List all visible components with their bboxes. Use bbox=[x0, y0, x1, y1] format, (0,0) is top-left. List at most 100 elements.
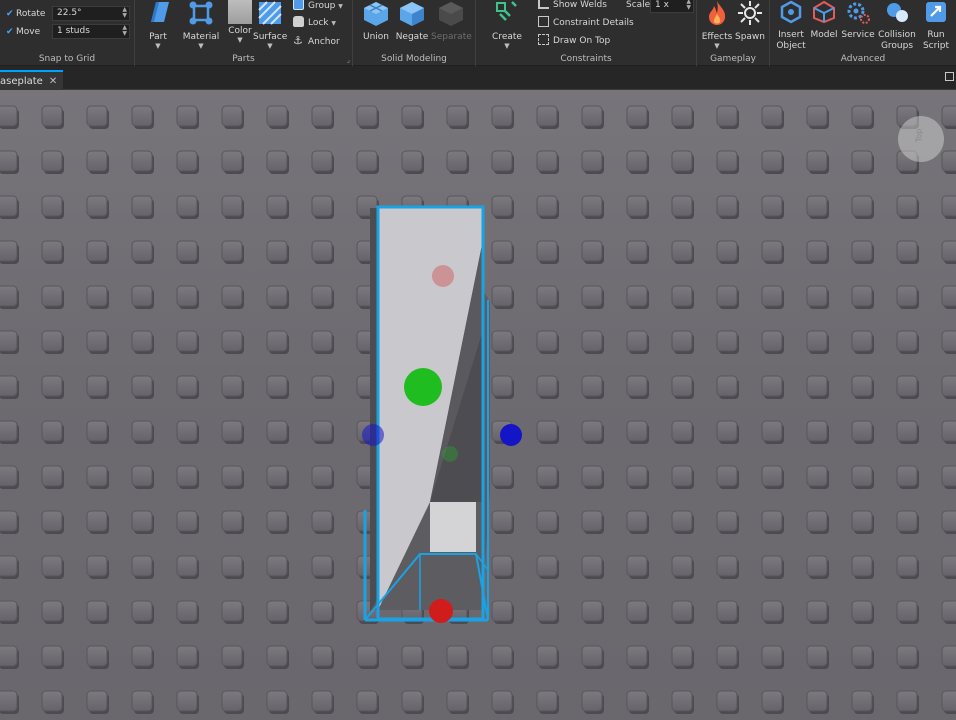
stud bbox=[896, 510, 918, 532]
tab-baseplate[interactable]: aseplate ✕ bbox=[0, 70, 64, 90]
rotate-increment-input[interactable]: 22.5° ▲ ▼ bbox=[52, 6, 130, 21]
stud bbox=[536, 690, 558, 712]
lock-button[interactable]: Lock ▼ bbox=[293, 15, 336, 31]
move-handle-red-back[interactable] bbox=[432, 265, 454, 287]
draw-on-top-toggle[interactable]: Draw On Top bbox=[538, 33, 610, 49]
stud bbox=[446, 645, 468, 667]
stud bbox=[806, 690, 828, 712]
stud bbox=[176, 465, 198, 487]
advanced-label: Advanced bbox=[840, 54, 886, 64]
spawn-button[interactable]: Spawn bbox=[733, 0, 767, 43]
stud bbox=[446, 150, 468, 172]
stud bbox=[221, 240, 243, 262]
stud bbox=[716, 555, 738, 577]
service-button[interactable]: Service bbox=[840, 0, 876, 41]
stud bbox=[716, 195, 738, 217]
group-icon bbox=[293, 0, 304, 10]
flame-icon bbox=[709, 1, 726, 25]
constraint-details-toggle[interactable]: Constraint Details bbox=[538, 15, 634, 31]
stud bbox=[806, 645, 828, 667]
show-welds-toggle[interactable]: Show Welds bbox=[538, 0, 607, 13]
solid-modeling-label: Solid Modeling bbox=[381, 54, 447, 64]
move-handle-blue-right[interactable] bbox=[500, 424, 522, 446]
stud bbox=[491, 510, 513, 532]
move-toggle[interactable]: ✔ Move bbox=[6, 24, 40, 40]
view-selector-cube[interactable]: Top bbox=[898, 116, 944, 162]
move-handle-blue-left[interactable] bbox=[362, 424, 384, 446]
stud bbox=[176, 285, 198, 307]
stud bbox=[716, 150, 738, 172]
stud bbox=[266, 150, 288, 172]
stud bbox=[626, 600, 648, 622]
move-handle-red[interactable] bbox=[429, 599, 453, 623]
stud bbox=[896, 465, 918, 487]
chevron-down-icon: ▼ bbox=[331, 20, 337, 27]
rotate-toggle[interactable]: ✔ Rotate bbox=[6, 6, 45, 22]
anchor-button[interactable]: ⚓ Anchor bbox=[293, 33, 340, 49]
create-constraint-button[interactable]: Create ▼ bbox=[488, 0, 526, 50]
stud bbox=[491, 645, 513, 667]
union-button[interactable]: Union bbox=[359, 0, 393, 43]
separate-button[interactable]: Separate bbox=[431, 0, 472, 43]
stud bbox=[176, 420, 198, 442]
group-button[interactable]: Group ▼ bbox=[293, 0, 343, 14]
material-button[interactable]: Material ▼ bbox=[181, 0, 221, 50]
selected-wedge-part[interactable] bbox=[363, 205, 490, 622]
collision-groups-button[interactable]: Collision Groups bbox=[876, 0, 918, 52]
stud bbox=[0, 600, 18, 622]
insert-object-button[interactable]: Insert Object bbox=[774, 0, 808, 52]
cube-icon bbox=[151, 2, 169, 22]
stud bbox=[131, 150, 153, 172]
scale-input[interactable]: 1 x ▲ ▼ bbox=[650, 0, 694, 13]
color-button[interactable]: Color ▼ bbox=[225, 0, 255, 44]
stud bbox=[761, 240, 783, 262]
stud bbox=[626, 690, 648, 712]
close-icon[interactable]: ✕ bbox=[49, 76, 57, 87]
model-button[interactable]: Model bbox=[808, 0, 840, 41]
scale-spinner[interactable]: ▲ ▼ bbox=[686, 0, 691, 11]
rotate-spinner[interactable]: ▲ ▼ bbox=[122, 7, 127, 19]
rotate-checkbox-icon[interactable]: ✔ bbox=[6, 6, 16, 22]
stud bbox=[626, 240, 648, 262]
gameplay-label: Gameplay bbox=[710, 54, 756, 64]
stud bbox=[671, 285, 693, 307]
stud bbox=[491, 105, 513, 127]
stud bbox=[221, 150, 243, 172]
constraints-label: Constraints bbox=[560, 54, 612, 64]
script-label: Script bbox=[922, 41, 950, 51]
stud bbox=[761, 420, 783, 442]
stud bbox=[581, 105, 603, 127]
run-script-button[interactable]: Run Script bbox=[920, 0, 952, 52]
move-checkbox-icon[interactable]: ✔ bbox=[6, 24, 16, 40]
constraint-icon bbox=[496, 1, 517, 21]
move-handle-green[interactable] bbox=[404, 368, 442, 406]
effects-button[interactable]: Effects ▼ bbox=[701, 0, 733, 50]
move-increment-input[interactable]: 1 studs ▲ ▼ bbox=[52, 24, 130, 39]
stud bbox=[86, 375, 108, 397]
stud bbox=[761, 105, 783, 127]
3d-viewport[interactable]: Top bbox=[0, 90, 956, 720]
part-button[interactable]: Part ▼ bbox=[141, 0, 175, 50]
negate-button[interactable]: Negate bbox=[395, 0, 429, 43]
stud bbox=[0, 465, 18, 487]
move-spinner[interactable]: ▲ ▼ bbox=[122, 25, 127, 37]
material-icon bbox=[189, 1, 213, 25]
run-script-icon bbox=[926, 2, 946, 22]
stud bbox=[41, 285, 63, 307]
collision-icon bbox=[887, 3, 908, 22]
stud bbox=[941, 600, 956, 622]
stud bbox=[176, 510, 198, 532]
stud bbox=[221, 420, 243, 442]
stud bbox=[806, 150, 828, 172]
maximize-icon[interactable] bbox=[945, 72, 954, 81]
stud bbox=[941, 420, 956, 442]
stud bbox=[131, 645, 153, 667]
object-label: Object bbox=[776, 41, 806, 51]
stud bbox=[131, 420, 153, 442]
stud bbox=[0, 195, 18, 217]
surface-button[interactable]: Surface ▼ bbox=[253, 0, 287, 50]
move-handle-green-back[interactable] bbox=[442, 446, 458, 462]
stud bbox=[311, 240, 333, 262]
stud bbox=[671, 645, 693, 667]
stud bbox=[0, 240, 18, 262]
